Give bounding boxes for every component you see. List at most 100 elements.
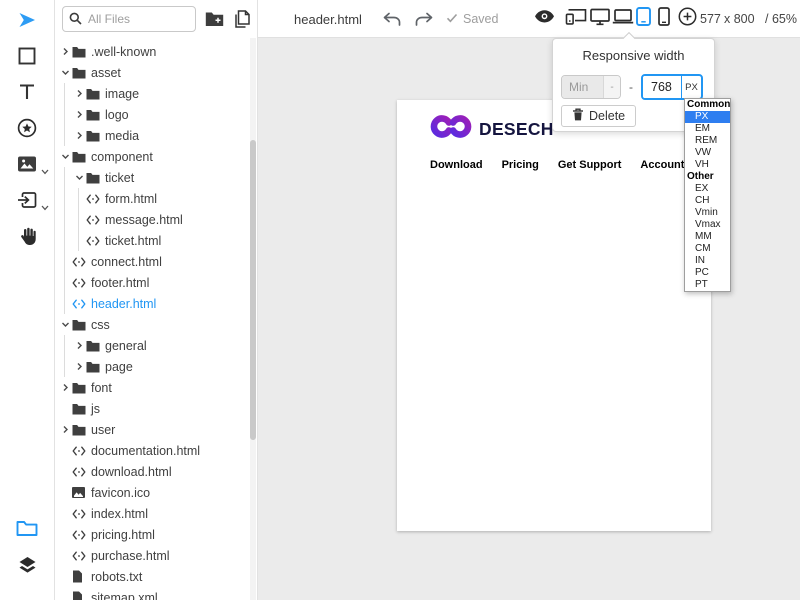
layers-button[interactable] [0,556,54,578]
tree-item-font[interactable]: font [55,377,249,398]
nav-link-download[interactable]: Download [430,159,483,171]
unit-option-pc[interactable]: PC [685,267,730,279]
tree-item-component[interactable]: component [55,146,249,167]
tree-item-image[interactable]: image [55,83,249,104]
unit-option-ch[interactable]: CH [685,195,730,207]
chevron-right-icon[interactable] [72,110,86,119]
star-circle-icon [17,118,37,143]
tree-item-page[interactable]: page [55,356,249,377]
unit-option-cm[interactable]: CM [685,243,730,255]
layers-icon [18,556,37,578]
desktop-mode-button[interactable] [590,0,610,38]
unit-option-ex[interactable]: EX [685,183,730,195]
unit-option-vh[interactable]: VH [685,159,730,171]
undo-button[interactable] [383,0,401,38]
tree-guide-line [72,230,86,251]
tree-item-header-html[interactable]: header.html [55,293,249,314]
chevron-down-icon[interactable] [58,68,72,77]
cursor-icon [17,10,37,35]
tree-item-logo[interactable]: logo [55,104,249,125]
tree-scrollbar-thumb[interactable] [250,140,256,440]
unit-option-rem[interactable]: REM [685,135,730,147]
max-unit-button[interactable]: PX [681,76,701,98]
topbar: header.html Saved 577 x 800 / 65% [258,0,800,38]
phone-mode-button[interactable] [658,0,670,38]
tree-item-asset[interactable]: asset [55,62,249,83]
input-tool-button[interactable] [0,191,54,213]
unit-option-vmin[interactable]: Vmin [685,207,730,219]
file-search [62,6,196,32]
canvas-width-value: 577 [700,0,721,38]
unit-option-pt[interactable]: PT [685,279,730,291]
tree-item-purchase-html[interactable]: purchase.html [55,545,249,566]
tree-item-documentation-html[interactable]: documentation.html [55,440,249,461]
tree-item-index-html[interactable]: index.html [55,503,249,524]
chevron-down-icon[interactable] [72,173,86,182]
nav-link-pricing[interactable]: Pricing [502,159,539,171]
max-width-input[interactable] [643,76,681,98]
tree-item-label: pricing.html [89,528,155,542]
tree-item-css[interactable]: css [55,314,249,335]
delete-button[interactable]: Delete [561,105,636,127]
chevron-right-icon[interactable] [72,131,86,140]
responsive-mode-button[interactable] [565,0,587,38]
hand-tool-button[interactable] [0,227,54,249]
tree-item-ticket[interactable]: ticket [55,167,249,188]
component-tool-button[interactable] [0,119,54,141]
redo-button[interactable] [415,0,433,38]
tree-item-well-known[interactable]: .well-known [55,41,249,62]
tree-item-form-html[interactable]: form.html [55,188,249,209]
tree-item-user[interactable]: user [55,419,249,440]
tree-item-general[interactable]: general [55,335,249,356]
main-area: header.html Saved 577 x 800 / 65% [258,0,800,600]
chevron-down-icon[interactable] [58,152,72,161]
tree-item-label: css [89,318,110,332]
cursor-tool-button[interactable] [0,11,54,33]
folder-icon [86,361,103,373]
unit-option-px[interactable]: PX [685,111,730,123]
tree-item-media[interactable]: media [55,125,249,146]
tree-item-footer-html[interactable]: footer.html [55,272,249,293]
tree-item-sitemap-xml[interactable]: sitemap.xml [55,587,249,600]
nav-link-account[interactable]: Account [640,159,684,171]
tree-item-message-html[interactable]: message.html [55,209,249,230]
chevron-right-icon[interactable] [58,425,72,434]
unit-option-in[interactable]: IN [685,255,730,267]
chevron-right-icon[interactable] [72,89,86,98]
tree-item-label: asset [89,66,121,80]
search-input[interactable] [62,6,196,32]
unit-option-em[interactable]: EM [685,123,730,135]
chevron-right-icon[interactable] [72,362,86,371]
edited-page[interactable]: DESECH DownloadPricingGet SupportAccount [397,100,711,531]
text-tool-button[interactable] [0,83,54,105]
desech-logo-mark-icon [430,113,472,145]
tablet-mode-button[interactable] [636,0,651,38]
tree-item-download-html[interactable]: download.html [55,461,249,482]
chevron-right-icon[interactable] [58,383,72,392]
tree-item-js[interactable]: js [55,398,249,419]
file-manager-button[interactable] [0,520,54,542]
unit-option-mm[interactable]: MM [685,231,730,243]
image-tool-button[interactable] [0,155,54,177]
code-icon [86,236,103,246]
new-folder-button[interactable] [205,11,224,27]
chevron-down-icon[interactable] [41,198,49,216]
chevron-right-icon[interactable] [72,341,86,350]
tree-item-favicon-ico[interactable]: favicon.ico [55,482,249,503]
nav-link-get-support[interactable]: Get Support [558,159,622,171]
tree-item-pricing-html[interactable]: pricing.html [55,524,249,545]
new-file-button[interactable] [233,10,250,28]
add-responsive-button[interactable] [678,0,697,38]
chevron-down-icon[interactable] [58,320,72,329]
tree-item-ticket-html[interactable]: ticket.html [55,230,249,251]
code-icon [72,509,89,519]
element-tool-button[interactable] [0,47,54,69]
tree-item-connect-html[interactable]: connect.html [55,251,249,272]
tree-item-robots-txt[interactable]: robots.txt [55,566,249,587]
chevron-right-icon[interactable] [58,47,72,56]
tree-item-label: download.html [89,465,172,479]
unit-option-vw[interactable]: VW [685,147,730,159]
preview-button[interactable] [534,0,555,38]
chevron-down-icon[interactable] [41,162,49,180]
unit-option-vmax[interactable]: Vmax [685,219,730,231]
